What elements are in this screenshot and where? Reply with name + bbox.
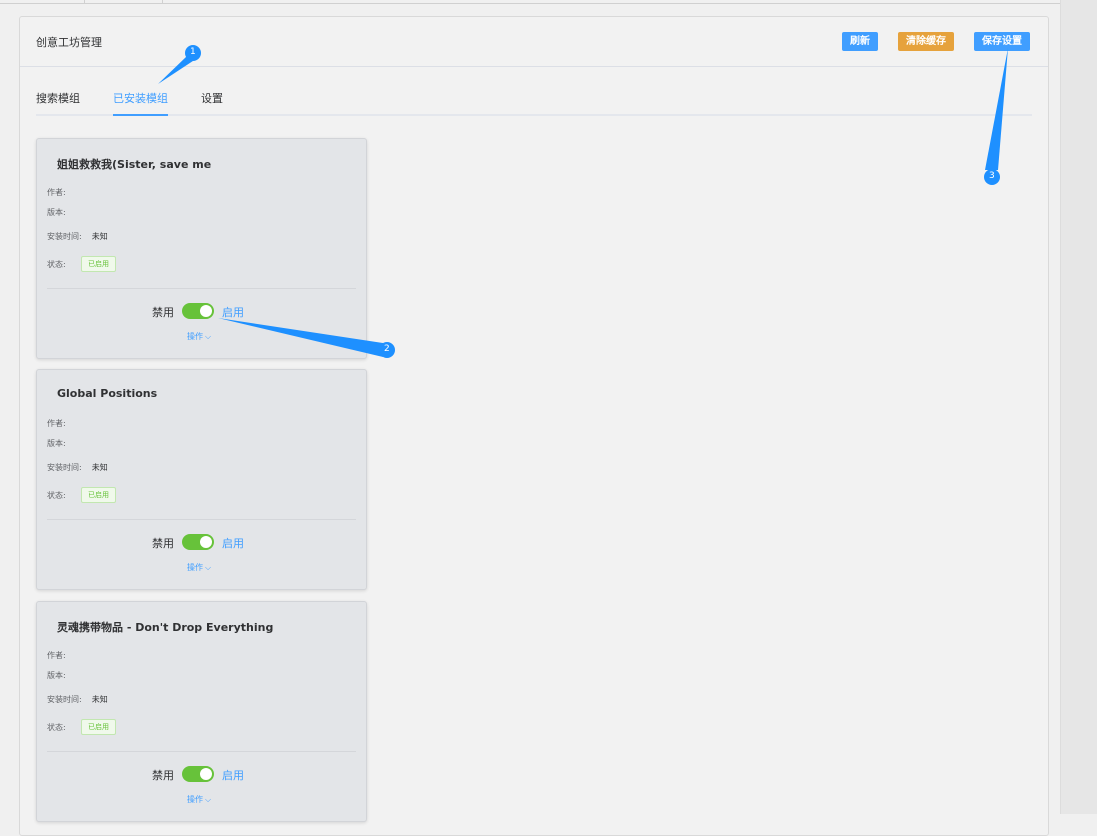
mod-status-label: 状态: <box>47 723 66 732</box>
page-title: 创意工坊管理 <box>36 36 102 49</box>
status-badge: 已启用 <box>81 256 116 272</box>
install-time-label: 安装时间: <box>47 232 82 241</box>
callout-1-number: 1 <box>190 47 196 57</box>
mod-title: 姐姐救救我(Sister, save me <box>57 158 212 171</box>
install-time-value: 未知 <box>91 695 108 704</box>
operations-dropdown[interactable]: 操作 ⌵ <box>187 331 211 342</box>
mod-card: 姐姐救救我(Sister, save me 作者: 版本: 安装时间: 未知 状态… <box>36 138 367 359</box>
operations-label: 操作 <box>187 563 203 572</box>
top-tab-line <box>0 3 1060 4</box>
switch-enable-label[interactable]: 启用 <box>222 535 244 551</box>
switch-enable-label[interactable]: 启用 <box>222 767 244 783</box>
clear-cache-button[interactable]: 清除缓存 <box>898 32 954 51</box>
operations-label: 操作 <box>187 332 203 341</box>
install-time-label: 安装时间: <box>47 463 82 472</box>
version-label: 版本: <box>47 208 66 217</box>
right-scroll-gutter[interactable] <box>1060 0 1097 814</box>
status-badge: 已启用 <box>81 487 116 503</box>
enable-toggle[interactable] <box>182 766 214 782</box>
mod-title: Global Positions <box>57 387 158 400</box>
top-tab-edge-left <box>84 0 85 4</box>
mod-version: 版本: <box>47 207 76 218</box>
switch-enable-label[interactable]: 启用 <box>222 304 244 320</box>
mod-author: 作者: <box>47 187 76 198</box>
switch-disable-label[interactable]: 禁用 <box>152 767 174 783</box>
switch-disable-label[interactable]: 禁用 <box>152 535 174 551</box>
card-divider <box>47 288 356 289</box>
operations-label: 操作 <box>187 795 203 804</box>
mod-card: 灵魂携带物品 - Don't Drop Everything 作者: 版本: 安… <box>36 601 367 822</box>
refresh-button[interactable]: 刷新 <box>842 32 878 51</box>
save-settings-button[interactable]: 保存设置 <box>974 32 1030 51</box>
mod-install-time: 安装时间: 未知 <box>47 462 108 473</box>
mod-install-time: 安装时间: 未知 <box>47 694 108 705</box>
enable-toggle[interactable] <box>182 534 214 550</box>
toggle-knob <box>200 305 212 317</box>
card-divider <box>47 751 356 752</box>
install-time-value: 未知 <box>91 463 108 472</box>
mod-status-label: 状态: <box>47 260 66 269</box>
author-label: 作者: <box>47 419 66 428</box>
tab-installed-mods[interactable]: 已安装模组 <box>113 90 168 116</box>
tab-bar: 搜索模组 已安装模组 设置 <box>36 85 1032 116</box>
tab-search-mods[interactable]: 搜索模组 <box>36 90 80 114</box>
mod-author: 作者: <box>47 418 76 429</box>
switch-disable-label[interactable]: 禁用 <box>152 304 174 320</box>
chevron-down-icon: ⌵ <box>205 563 212 572</box>
mod-install-time: 安装时间: 未知 <box>47 231 108 242</box>
chevron-down-icon: ⌵ <box>205 332 212 341</box>
toggle-knob <box>200 536 212 548</box>
panel-header: 创意工坊管理 刷新 清除缓存 保存设置 <box>20 17 1048 67</box>
version-label: 版本: <box>47 439 66 448</box>
mod-card: Global Positions 作者: 版本: 安装时间: 未知 状态: 已启用… <box>36 369 367 590</box>
version-label: 版本: <box>47 671 66 680</box>
mod-version: 版本: <box>47 670 76 681</box>
mod-status-label: 状态: <box>47 491 66 500</box>
author-label: 作者: <box>47 188 66 197</box>
enable-switch-row: 禁用 启用 <box>37 534 366 550</box>
enable-toggle[interactable] <box>182 303 214 319</box>
author-label: 作者: <box>47 651 66 660</box>
enable-switch-row: 禁用 启用 <box>37 766 366 782</box>
callout-3-number: 3 <box>989 171 995 181</box>
operations-dropdown[interactable]: 操作 ⌵ <box>187 794 211 805</box>
card-divider <box>47 519 356 520</box>
tab-settings[interactable]: 设置 <box>201 90 223 114</box>
callout-2-number: 2 <box>384 344 390 354</box>
toggle-knob <box>200 768 212 780</box>
top-tab-edge-right <box>162 0 163 4</box>
workshop-panel: 创意工坊管理 刷新 清除缓存 保存设置 搜索模组 已安装模组 设置 姐姐救救我(… <box>19 16 1049 836</box>
install-time-value: 未知 <box>91 232 108 241</box>
mod-author: 作者: <box>47 650 76 661</box>
operations-dropdown[interactable]: 操作 ⌵ <box>187 562 211 573</box>
mod-title: 灵魂携带物品 - Don't Drop Everything <box>57 621 274 634</box>
mod-version: 版本: <box>47 438 76 449</box>
status-badge: 已启用 <box>81 719 116 735</box>
chevron-down-icon: ⌵ <box>205 795 212 804</box>
enable-switch-row: 禁用 启用 <box>37 303 366 319</box>
install-time-label: 安装时间: <box>47 695 82 704</box>
